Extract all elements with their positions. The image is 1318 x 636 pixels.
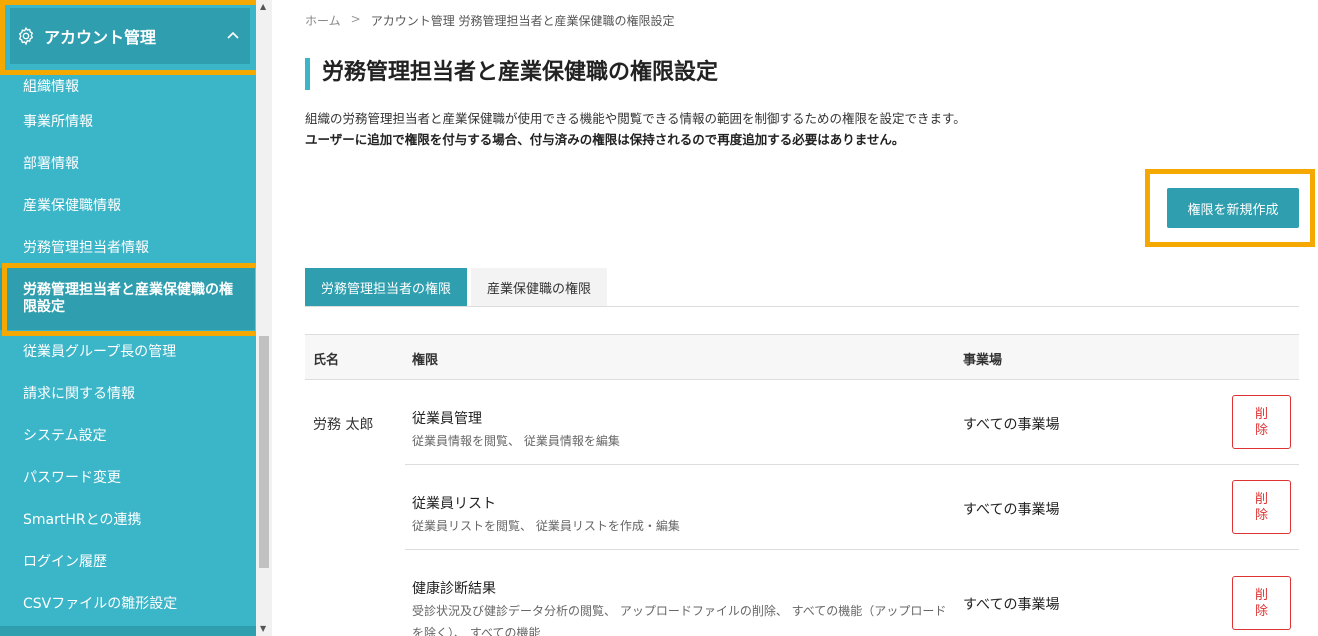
sidebar-item-group-leaders[interactable]: 従業員グループ長の管理 (0, 330, 256, 372)
permission-name: 従業員リスト (412, 496, 496, 512)
sidebar-bottom-strip (0, 626, 256, 636)
breadcrumb-separator: > (350, 12, 361, 26)
delete-button[interactable]: 削除 (1232, 395, 1291, 449)
delete-button[interactable]: 削除 (1232, 480, 1291, 534)
sidebar-item-labor-managers[interactable]: 労務管理担当者情報 (0, 226, 256, 268)
permission-tabs: 労務管理担当者の権限 産業保健職の権限 (305, 268, 1299, 307)
delete-button[interactable]: 削除 (1232, 576, 1291, 630)
tab-labor-manager-permissions[interactable]: 労務管理担当者の権限 (305, 268, 468, 306)
column-header-name: 氏名 (313, 353, 340, 368)
sidebar-item-departments[interactable]: 部署情報 (0, 142, 256, 184)
page-note: ユーザーに追加で権限を付与する場合、付与済みの権限は保持されるので再度追加する必… (305, 132, 905, 147)
sidebar-item-password[interactable]: パスワード変更 (0, 456, 256, 498)
sidebar-item-offices[interactable]: 事業所情報 (0, 100, 256, 142)
scrollbar-thumb[interactable] (259, 336, 269, 568)
table-row: 従業員リスト 従業員リストを閲覧、 従業員リストを作成・編集 すべての事業場 削… (405, 479, 1299, 549)
create-permission-button[interactable]: 権限を新規作成 (1167, 188, 1299, 228)
breadcrumb-current: アカウント管理 労務管理担当者と産業保健職の権限設定 (370, 14, 675, 28)
scroll-down-arrow-icon[interactable]: ▼ (260, 624, 266, 633)
breadcrumb-home[interactable]: ホーム (305, 12, 341, 29)
main-content: ホーム > アカウント管理 労務管理担当者と産業保健職の権限設定 労務管理担当者… (272, 0, 1318, 636)
sidebar-menu: 組織情報 事業所情報 部署情報 産業保健職情報 労務管理担当者情報 労務管理担当… (0, 62, 256, 624)
table-header: 氏名 権限 事業場 (305, 334, 1299, 380)
sidebar-item-organization[interactable]: 組織情報 (0, 62, 256, 100)
chevron-up-icon[interactable] (226, 28, 240, 42)
sidebar-item-billing[interactable]: 請求に関する情報 (0, 372, 256, 414)
sidebar-item-system-settings[interactable]: システム設定 (0, 414, 256, 456)
breadcrumb: ホーム > アカウント管理 労務管理担当者と産業保健職の権限設定 (305, 12, 675, 29)
column-header-site: 事業場 (963, 353, 1003, 368)
permission-name: 健康診断結果 (412, 581, 496, 597)
table-row: 健康診断結果 受診状況及び健診データ分析の閲覧、 アップロードファイルの削除、 … (405, 564, 1299, 636)
sidebar-item-permission-settings[interactable]: 労務管理担当者と産業保健職の権限設定 (0, 268, 256, 330)
row-divider (405, 464, 1299, 465)
sidebar-item-login-history[interactable]: ログイン履歴 (0, 540, 256, 582)
sidebar-scrollbar[interactable]: ▲ ▼ (256, 0, 272, 636)
site-cell: すべての事業場 (963, 597, 1060, 613)
table-row: 従業員管理 従業員情報を閲覧、 従業員情報を編集 すべての事業場 削除 (405, 394, 1299, 464)
column-header-permission: 権限 (412, 353, 439, 368)
sidebar-item-health-staff[interactable]: 産業保健職情報 (0, 184, 256, 226)
row-divider (405, 549, 1299, 550)
site-cell: すべての事業場 (963, 417, 1060, 433)
scroll-up-arrow-icon[interactable]: ▲ (260, 2, 266, 11)
page-title: 労務管理担当者と産業保健職の権限設定 (305, 58, 718, 90)
sidebar-section-header[interactable]: アカウント管理 (10, 8, 250, 64)
sidebar-item-csv-templates[interactable]: CSVファイルの雛形設定 (0, 582, 256, 624)
sidebar: 組織情報 事業所情報 部署情報 産業保健職情報 労務管理担当者情報 労務管理担当… (0, 0, 256, 636)
page-description: 組織の労務管理担当者と産業保健職が使用できる機能や閲覧できる情報の範囲を制御する… (305, 111, 966, 126)
permission-detail: 従業員リストを閲覧、 従業員リストを作成・編集 (412, 519, 680, 533)
gear-icon (18, 26, 34, 46)
permission-detail: 受診状況及び健診データ分析の閲覧、 アップロードファイルの削除、 すべての機能（… (412, 604, 947, 636)
sidebar-header-title: アカウント管理 (44, 28, 157, 47)
permission-name: 従業員管理 (412, 411, 482, 427)
sidebar-item-smarthr[interactable]: SmartHRとの連携 (0, 498, 256, 540)
site-cell: すべての事業場 (963, 502, 1060, 518)
user-name-cell: 労務 太郎 (313, 417, 374, 433)
permission-detail: 従業員情報を閲覧、 従業員情報を編集 (412, 434, 620, 448)
tab-health-staff-permissions[interactable]: 産業保健職の権限 (471, 268, 608, 306)
